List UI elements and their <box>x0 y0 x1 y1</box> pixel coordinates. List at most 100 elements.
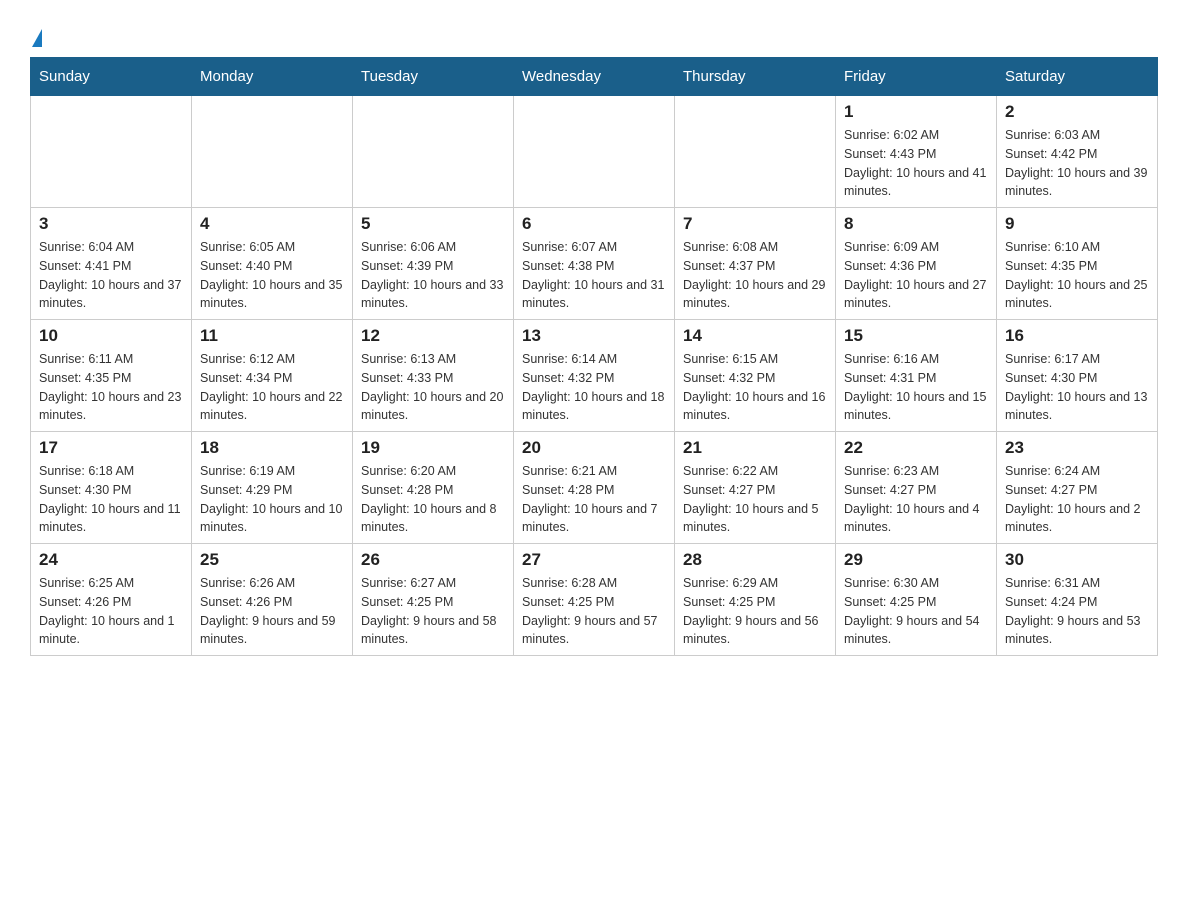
calendar-cell: 8Sunrise: 6:09 AMSunset: 4:36 PMDaylight… <box>836 208 997 320</box>
calendar-cell: 21 Sunrise: 6:22 AMSunset: 4:27 PMDayligh… <box>675 432 836 544</box>
day-number: 1 <box>844 102 988 122</box>
day-info: Sunrise: 6:17 AMSunset: 4:30 PMDaylight:… <box>1005 350 1149 425</box>
calendar-cell: 5 Sunrise: 6:06 AMSunset: 4:39 PMDaylight… <box>353 208 514 320</box>
calendar-week-2: 3 Sunrise: 6:04 AMSunset: 4:41 PMDaylight… <box>31 208 1158 320</box>
calendar-week-4: 17Sunrise: 6:18 AMSunset: 4:30 PMDayligh… <box>31 432 1158 544</box>
weekday-header-row: SundayMondayTuesdayWednesdayThursdayFrid… <box>31 58 1158 96</box>
day-number: 18 <box>200 438 344 458</box>
day-info: Sunrise: 6:03 AMSunset: 4:42 PMDaylight:… <box>1005 126 1149 201</box>
day-number: 20 <box>522 438 666 458</box>
day-number: 15 <box>844 326 988 346</box>
day-info: Sunrise: 6:07 AMSunset: 4:38 PMDaylight:… <box>522 238 666 313</box>
day-info: Sunrise: 6:28 AMSunset: 4:25 PMDaylight:… <box>522 574 666 649</box>
day-number: 2 <box>1005 102 1149 122</box>
day-info: Sunrise: 6:22 AMSunset: 4:27 PMDaylight:… <box>683 462 827 537</box>
calendar-cell: 23 Sunrise: 6:24 AMSunset: 4:27 PMDayligh… <box>997 432 1158 544</box>
calendar-week-1: 1 Sunrise: 6:02 AMSunset: 4:43 PMDaylight… <box>31 96 1158 208</box>
day-number: 29 <box>844 550 988 570</box>
day-info: Sunrise: 6:26 AMSunset: 4:26 PMDaylight:… <box>200 574 344 649</box>
day-number: 7 <box>683 214 827 234</box>
weekday-header-tuesday: Tuesday <box>353 58 514 96</box>
calendar-cell <box>192 96 353 208</box>
calendar-week-3: 10 Sunrise: 6:11 AMSunset: 4:35 PMDayligh… <box>31 320 1158 432</box>
day-info: Sunrise: 6:11 AMSunset: 4:35 PMDaylight:… <box>39 350 183 425</box>
calendar-cell: 3 Sunrise: 6:04 AMSunset: 4:41 PMDaylight… <box>31 208 192 320</box>
header <box>30 20 1158 47</box>
day-info: Sunrise: 6:24 AMSunset: 4:27 PMDaylight:… <box>1005 462 1149 537</box>
day-info: Sunrise: 6:23 AMSunset: 4:27 PMDaylight:… <box>844 462 988 537</box>
calendar-cell: 24 Sunrise: 6:25 AMSunset: 4:26 PMDayligh… <box>31 544 192 656</box>
logo-triangle-icon <box>32 29 42 47</box>
weekday-header-friday: Friday <box>836 58 997 96</box>
day-number: 17 <box>39 438 183 458</box>
weekday-header-wednesday: Wednesday <box>514 58 675 96</box>
day-info: Sunrise: 6:02 AMSunset: 4:43 PMDaylight:… <box>844 126 988 201</box>
day-info: Sunrise: 6:31 AMSunset: 4:24 PMDaylight:… <box>1005 574 1149 649</box>
calendar-cell: 13 Sunrise: 6:14 AMSunset: 4:32 PMDayligh… <box>514 320 675 432</box>
day-number: 23 <box>1005 438 1149 458</box>
weekday-header-monday: Monday <box>192 58 353 96</box>
day-info: Sunrise: 6:21 AMSunset: 4:28 PMDaylight:… <box>522 462 666 537</box>
day-info: Sunrise: 6:29 AMSunset: 4:25 PMDaylight:… <box>683 574 827 649</box>
day-number: 5 <box>361 214 505 234</box>
day-info: Sunrise: 6:27 AMSunset: 4:25 PMDaylight:… <box>361 574 505 649</box>
weekday-header-thursday: Thursday <box>675 58 836 96</box>
calendar-cell <box>31 96 192 208</box>
calendar-cell: 7 Sunrise: 6:08 AMSunset: 4:37 PMDaylight… <box>675 208 836 320</box>
day-info: Sunrise: 6:14 AMSunset: 4:32 PMDaylight:… <box>522 350 666 425</box>
calendar-cell: 16 Sunrise: 6:17 AMSunset: 4:30 PMDayligh… <box>997 320 1158 432</box>
calendar-cell <box>353 96 514 208</box>
day-number: 14 <box>683 326 827 346</box>
day-number: 6 <box>522 214 666 234</box>
calendar-cell: 2 Sunrise: 6:03 AMSunset: 4:42 PMDaylight… <box>997 96 1158 208</box>
day-number: 24 <box>39 550 183 570</box>
day-number: 30 <box>1005 550 1149 570</box>
day-info: Sunrise: 6:04 AMSunset: 4:41 PMDaylight:… <box>39 238 183 313</box>
day-number: 28 <box>683 550 827 570</box>
calendar-cell: 25 Sunrise: 6:26 AMSunset: 4:26 PMDayligh… <box>192 544 353 656</box>
day-info: Sunrise: 6:16 AMSunset: 4:31 PMDaylight:… <box>844 350 988 425</box>
logo <box>30 20 42 47</box>
calendar-cell: 20 Sunrise: 6:21 AMSunset: 4:28 PMDayligh… <box>514 432 675 544</box>
calendar-cell: 29 Sunrise: 6:30 AMSunset: 4:25 PMDayligh… <box>836 544 997 656</box>
calendar-cell: 14Sunrise: 6:15 AMSunset: 4:32 PMDayligh… <box>675 320 836 432</box>
weekday-header-saturday: Saturday <box>997 58 1158 96</box>
calendar-cell: 4 Sunrise: 6:05 AMSunset: 4:40 PMDaylight… <box>192 208 353 320</box>
day-number: 13 <box>522 326 666 346</box>
calendar-cell: 22 Sunrise: 6:23 AMSunset: 4:27 PMDayligh… <box>836 432 997 544</box>
day-info: Sunrise: 6:19 AMSunset: 4:29 PMDaylight:… <box>200 462 344 537</box>
day-info: Sunrise: 6:25 AMSunset: 4:26 PMDaylight:… <box>39 574 183 649</box>
calendar-cell: 15 Sunrise: 6:16 AMSunset: 4:31 PMDayligh… <box>836 320 997 432</box>
calendar-table: SundayMondayTuesdayWednesdayThursdayFrid… <box>30 57 1158 656</box>
day-info: Sunrise: 6:09 AMSunset: 4:36 PMDaylight:… <box>844 238 988 313</box>
day-number: 12 <box>361 326 505 346</box>
day-number: 25 <box>200 550 344 570</box>
day-number: 3 <box>39 214 183 234</box>
day-info: Sunrise: 6:08 AMSunset: 4:37 PMDaylight:… <box>683 238 827 313</box>
day-info: Sunrise: 6:05 AMSunset: 4:40 PMDaylight:… <box>200 238 344 313</box>
day-number: 9 <box>1005 214 1149 234</box>
day-number: 4 <box>200 214 344 234</box>
day-info: Sunrise: 6:06 AMSunset: 4:39 PMDaylight:… <box>361 238 505 313</box>
day-number: 22 <box>844 438 988 458</box>
calendar-cell: 30 Sunrise: 6:31 AMSunset: 4:24 PMDayligh… <box>997 544 1158 656</box>
calendar-cell: 28 Sunrise: 6:29 AMSunset: 4:25 PMDayligh… <box>675 544 836 656</box>
day-number: 11 <box>200 326 344 346</box>
day-number: 26 <box>361 550 505 570</box>
day-info: Sunrise: 6:30 AMSunset: 4:25 PMDaylight:… <box>844 574 988 649</box>
day-number: 16 <box>1005 326 1149 346</box>
day-number: 10 <box>39 326 183 346</box>
logo-top-line <box>30 20 42 47</box>
calendar-cell: 19Sunrise: 6:20 AMSunset: 4:28 PMDayligh… <box>353 432 514 544</box>
calendar-cell: 17Sunrise: 6:18 AMSunset: 4:30 PMDayligh… <box>31 432 192 544</box>
calendar-cell: 1 Sunrise: 6:02 AMSunset: 4:43 PMDaylight… <box>836 96 997 208</box>
day-info: Sunrise: 6:13 AMSunset: 4:33 PMDaylight:… <box>361 350 505 425</box>
day-info: Sunrise: 6:10 AMSunset: 4:35 PMDaylight:… <box>1005 238 1149 313</box>
calendar-cell <box>675 96 836 208</box>
day-info: Sunrise: 6:20 AMSunset: 4:28 PMDaylight:… <box>361 462 505 537</box>
day-info: Sunrise: 6:12 AMSunset: 4:34 PMDaylight:… <box>200 350 344 425</box>
calendar-cell: 12 Sunrise: 6:13 AMSunset: 4:33 PMDayligh… <box>353 320 514 432</box>
day-number: 21 <box>683 438 827 458</box>
calendar-cell: 10 Sunrise: 6:11 AMSunset: 4:35 PMDayligh… <box>31 320 192 432</box>
calendar-cell: 18 Sunrise: 6:19 AMSunset: 4:29 PMDayligh… <box>192 432 353 544</box>
